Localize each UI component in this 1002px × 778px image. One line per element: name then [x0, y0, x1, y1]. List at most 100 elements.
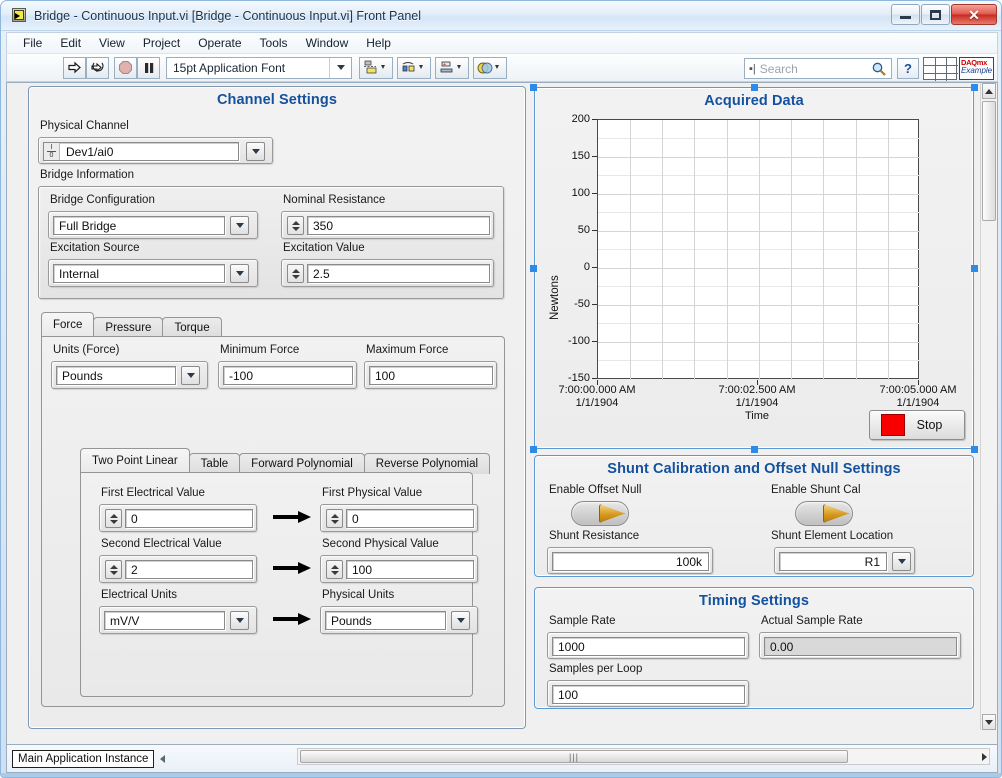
excitation-value-control[interactable]: 2.5	[281, 259, 494, 287]
menu-item-project[interactable]: Project	[134, 34, 189, 52]
nominal-resistance-stepper[interactable]	[287, 216, 304, 235]
second-physical-value-control[interactable]: 100	[320, 555, 478, 583]
second-electrical-value-input[interactable]: 2	[125, 560, 253, 579]
electrical-units-dropdown-button[interactable]	[230, 611, 249, 630]
run-button[interactable]	[63, 56, 86, 79]
menu-item-operate[interactable]: Operate	[189, 34, 250, 52]
shunt-element-location-dropdown-button[interactable]	[892, 552, 911, 571]
first-electrical-value-control[interactable]: 0	[99, 504, 257, 532]
stepper-up-icon[interactable]	[330, 513, 339, 518]
tab-two-point-linear[interactable]: Two Point Linear	[80, 448, 190, 472]
nominal-resistance-control[interactable]: 350	[281, 211, 494, 239]
sample-rate-control[interactable]: 1000	[547, 632, 749, 659]
scroll-up-button[interactable]	[982, 83, 996, 99]
maximum-force-input[interactable]: 100	[369, 366, 493, 385]
maximize-button[interactable]	[921, 4, 950, 25]
excitation-source-dropdown-button[interactable]	[230, 264, 249, 283]
stepper-up-icon[interactable]	[291, 268, 300, 273]
electrical-units-control[interactable]: mV/V	[99, 606, 257, 634]
stepper-up-icon[interactable]	[330, 564, 339, 569]
selection-handle[interactable]	[530, 446, 537, 453]
window-grid-icon[interactable]	[923, 57, 958, 81]
menu-item-view[interactable]: View	[90, 34, 134, 52]
tab-forward-polynomial[interactable]: Forward Polynomial	[239, 453, 365, 474]
excitation-value-stepper[interactable]	[287, 264, 304, 283]
abort-execution-button[interactable]	[114, 56, 137, 79]
first-electrical-value-input[interactable]: 0	[125, 509, 253, 528]
electrical-units-input[interactable]: mV/V	[104, 611, 225, 630]
second-physical-stepper[interactable]	[326, 560, 343, 579]
stepper-down-icon[interactable]	[109, 519, 118, 524]
nominal-resistance-input[interactable]: 350	[307, 216, 490, 235]
tab-force[interactable]: Force	[41, 312, 95, 336]
tab-table[interactable]: Table	[188, 453, 241, 474]
physical-channel-control[interactable]: I0 Dev1/ai0	[38, 137, 273, 164]
first-physical-value-input[interactable]: 0	[346, 509, 474, 528]
sample-rate-input[interactable]: 1000	[552, 637, 745, 656]
shunt-element-location-input[interactable]: R1	[779, 552, 887, 571]
stepper-down-icon[interactable]	[291, 274, 300, 279]
minimum-force-control[interactable]: -100	[218, 361, 357, 389]
close-button[interactable]: ✕	[951, 4, 997, 25]
stepper-up-icon[interactable]	[109, 564, 118, 569]
stepper-down-icon[interactable]	[109, 570, 118, 575]
menu-item-edit[interactable]: Edit	[51, 34, 90, 52]
tab-reverse-polynomial[interactable]: Reverse Polynomial	[363, 453, 491, 474]
units-force-control[interactable]: Pounds	[51, 361, 208, 389]
physical-units-dropdown-button[interactable]	[451, 611, 470, 630]
resize-objects-button[interactable]: +	[435, 56, 469, 79]
bridge-configuration-input[interactable]: Full Bridge	[53, 216, 225, 235]
second-electrical-value-control[interactable]: 2	[99, 555, 257, 583]
units-force-dropdown-button[interactable]	[181, 366, 200, 385]
first-electrical-stepper[interactable]	[105, 509, 122, 528]
vertical-scroll-thumb[interactable]	[982, 101, 996, 221]
minimum-force-input[interactable]: -100	[223, 366, 353, 385]
physical-units-control[interactable]: Pounds	[320, 606, 478, 634]
pause-button[interactable]	[137, 56, 160, 79]
selection-handle[interactable]	[751, 446, 758, 453]
menu-item-window[interactable]: Window	[297, 34, 358, 52]
magnifier-icon[interactable]	[871, 61, 887, 77]
shunt-resistance-input[interactable]: 100k	[552, 552, 709, 571]
selection-handle[interactable]	[530, 84, 537, 91]
stop-button[interactable]: Stop	[869, 410, 965, 440]
reorder-objects-button[interactable]	[473, 56, 507, 79]
first-physical-stepper[interactable]	[326, 509, 343, 528]
menu-item-file[interactable]: File	[14, 34, 51, 52]
left-triangle-icon[interactable]	[160, 754, 166, 763]
bridge-configuration-dropdown-button[interactable]	[230, 216, 249, 235]
horizontal-scrollbar[interactable]: |||	[297, 748, 990, 765]
stepper-up-icon[interactable]	[291, 220, 300, 225]
stepper-up-icon[interactable]	[109, 513, 118, 518]
acquired-data-plot[interactable]	[597, 119, 920, 380]
scroll-right-button[interactable]	[982, 753, 987, 761]
search-input[interactable]: ▪| Search	[744, 58, 892, 79]
stepper-down-icon[interactable]	[291, 226, 300, 231]
minimize-button[interactable]	[891, 4, 920, 25]
selection-handle[interactable]	[971, 446, 978, 453]
maximum-force-control[interactable]: 100	[364, 361, 497, 389]
shunt-resistance-control[interactable]: 100k	[547, 547, 713, 574]
selection-handle[interactable]	[971, 84, 978, 91]
align-objects-button[interactable]	[359, 56, 393, 79]
second-physical-value-input[interactable]: 100	[346, 560, 474, 579]
physical-channel-dropdown-button[interactable]	[246, 142, 265, 161]
second-electrical-stepper[interactable]	[105, 560, 122, 579]
font-selector[interactable]: 15pt Application Font	[166, 56, 352, 79]
tab-torque[interactable]: Torque	[162, 317, 222, 338]
units-force-input[interactable]: Pounds	[56, 366, 176, 385]
enable-offset-null-switch[interactable]	[571, 501, 629, 526]
selection-handle[interactable]	[530, 265, 537, 272]
scroll-down-button[interactable]	[982, 714, 996, 730]
font-selector-caret[interactable]	[329, 57, 351, 78]
physical-channel-input[interactable]: I0 Dev1/ai0	[43, 142, 239, 161]
stepper-down-icon[interactable]	[330, 519, 339, 524]
selection-handle[interactable]	[751, 84, 758, 91]
run-continuously-button[interactable]	[86, 56, 109, 79]
stepper-down-icon[interactable]	[330, 570, 339, 575]
vertical-scrollbar[interactable]	[980, 83, 997, 730]
first-physical-value-control[interactable]: 0	[320, 504, 478, 532]
distribute-objects-button[interactable]	[397, 56, 431, 79]
enable-shunt-cal-switch[interactable]	[795, 501, 853, 526]
menu-item-help[interactable]: Help	[357, 34, 400, 52]
